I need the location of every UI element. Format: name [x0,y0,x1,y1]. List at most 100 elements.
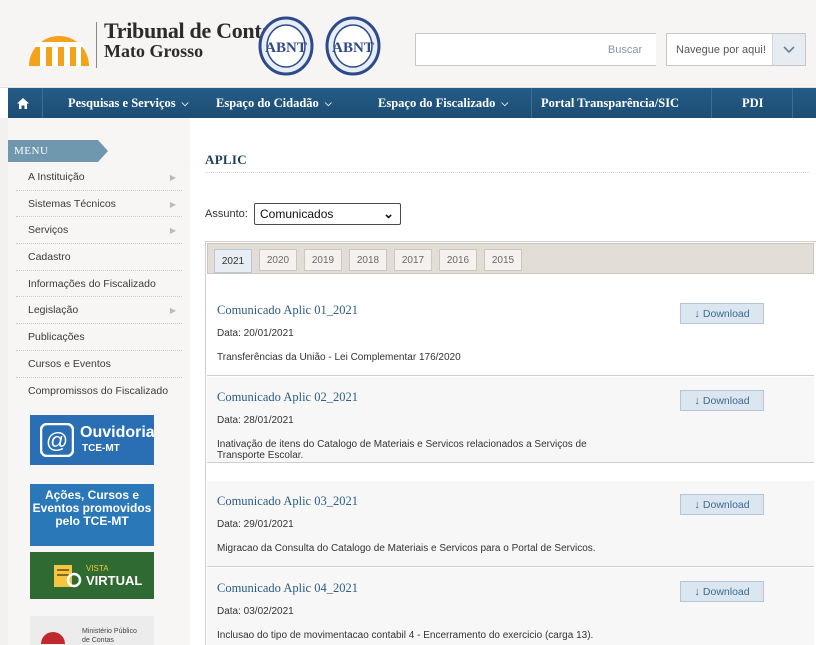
sidebar-item-cadastro[interactable]: Cadastro [16,244,182,271]
list-item: Comunicado Aplic 03_2021 Data: 29/01/202… [207,481,814,567]
sidebar-item-informacoes-fiscalizado[interactable]: Informações do Fiscalizado [16,271,182,298]
home-icon[interactable] [16,88,30,118]
nav-pdi[interactable]: PDI [742,88,764,118]
list-item: Comunicado Aplic 02_2021 Data: 28/01/202… [207,377,814,463]
assunto-value: Comunicados [260,207,334,221]
chevron-down-icon: ⌵ [324,97,332,108]
ouvidoria-title: Ouvidoria [80,424,155,441]
item-description: Transferências da União - Lei Complement… [217,352,461,363]
list-item: Comunicado Aplic 04_2021 Data: 03/02/202… [207,568,814,645]
download-button[interactable]: ↓ Download [680,390,764,411]
item-date: Data: 03/02/2021 [217,606,294,617]
chevron-down-icon[interactable] [772,34,805,65]
chevron-right-icon: ▶ [169,173,176,182]
nav-divider [42,88,43,118]
nav-pesquisas-servicos[interactable]: Pesquisas e Serviços ⌵ [68,88,188,118]
sidebar-item-servicos[interactable]: Serviços ▶ [16,217,182,245]
sidebar-item-instituicao[interactable]: A Instituição ▶ [16,164,182,191]
sidebar-item-publicacoes[interactable]: Publicações [16,324,182,351]
assunto-label: Assunto: [205,208,248,220]
chevron-down-icon: ⌄ [383,206,394,221]
sidebar-item-label: Compromissos do Fiscalizado [28,384,169,397]
page-title: APLIC [205,152,247,167]
mpc-line1: Ministério Público [82,628,137,635]
download-arrow-icon: ↓ [694,498,700,511]
nav-label: Espaço do Fiscalizado [378,95,496,110]
seal-text: ABNT [265,40,307,56]
mpc-label: Ministério Público de Contas [82,627,137,645]
nav-label: Espaço do Cidadão [216,95,319,110]
list-item: Comunicado Aplic 01_2021 Data: 20/01/202… [207,290,814,376]
mpc-line2: de Contas [82,637,114,644]
download-label: Download [702,585,750,598]
sidebar-item-label: Serviços [28,224,69,237]
abnt-seal-icon: ABNT [325,16,381,76]
sidebar-item-sistemas-tecnicos[interactable]: Sistemas Técnicos ▶ [16,191,182,218]
search-box: Buscar [415,33,656,66]
download-button[interactable]: ↓ Download [680,581,764,602]
item-description: Inclusao do tipo de movimentacao contabi… [217,630,594,641]
tab-2018[interactable]: 2018 [349,249,387,271]
assunto-select[interactable]: Comunicados ⌄ [254,203,401,225]
item-title[interactable]: Comunicado Aplic 03_2021 [217,494,358,509]
download-arrow-icon: ↓ [694,394,700,407]
tab-2017[interactable]: 2017 [394,249,432,271]
vista-label: VISTA [86,564,109,573]
item-date: Data: 28/01/2021 [217,415,294,426]
sidebar-item-label: A Instituição [28,170,85,183]
search-input[interactable] [416,34,594,65]
quick-nav-select[interactable]: Navegue por aqui! [666,33,806,66]
chevron-down-icon: ⌵ [181,97,189,108]
virtual-label: VIRTUAL [86,573,143,588]
chevron-right-icon: ▶ [169,306,176,316]
at-sign-icon: @ [40,423,74,457]
tab-2019[interactable]: 2019 [304,249,342,271]
nav-label: Pesquisas e Serviços [68,95,176,110]
tab-2016[interactable]: 2016 [439,249,477,271]
main-navbar: Pesquisas e Serviços ⌵ Espaço do Cidadão ⌵… [8,88,816,118]
download-arrow-icon: ↓ [694,307,700,320]
seal-text: ABNT [332,40,374,56]
ouvidoria-banner[interactable]: @ Ouvidoria TCE-MT [30,415,155,465]
sidebar-item-label: Legislação [28,304,79,317]
download-button[interactable]: ↓ Download [680,494,764,515]
nav-espaco-fiscalizado[interactable]: Espaço do Fiscalizado ⌵ [378,88,508,118]
sidebar-menu: A Instituição ▶ Sistemas Técnicos ▶ Serviç… [16,164,182,404]
tab-2020[interactable]: 2020 [259,249,297,271]
page-edge [0,118,8,645]
title-divider [205,172,810,173]
ministerio-publico-banner[interactable]: Ministério Público de Contas [30,616,154,645]
tab-2015[interactable]: 2015 [484,249,522,271]
item-title[interactable]: Comunicado Aplic 02_2021 [217,390,358,405]
download-label: Download [702,498,750,511]
sidebar-item-compromissos[interactable]: Compromissos do Fiscalizado [16,378,182,405]
item-description: Inativação de itens do Catalogo de Mater… [217,439,587,461]
nav-divider [531,88,532,118]
tab-2021[interactable]: 2021 [214,249,252,273]
site-header: Tribunal de Contas Mato Grosso ABNT ABNT… [0,0,816,88]
acoes-cursos-banner[interactable]: Ações, Cursos e Eventos promovidos pelo … [30,484,154,546]
item-title[interactable]: Comunicado Aplic 04_2021 [217,581,358,596]
nav-divider [711,88,712,118]
tce-logo-icon[interactable] [27,22,91,68]
menu-heading: MENU [8,140,108,162]
download-label: Download [702,394,750,407]
item-description: Migracao da Consulta do Catalogo de Mate… [217,543,596,554]
mpc-logo-icon [41,632,65,644]
org-state[interactable]: Mato Grosso [104,41,203,62]
nav-portal-transparencia[interactable]: Portal Transparência/SIC [541,88,679,118]
sidebar-item-legislacao[interactable]: Legislação ▶ [16,297,182,325]
vista-virtual-banner[interactable]: VISTA VIRTUAL [30,552,154,599]
sidebar-item-cursos-eventos[interactable]: Cursos e Eventos [16,351,182,378]
download-button[interactable]: ↓ Download [680,303,764,324]
item-title[interactable]: Comunicado Aplic 01_2021 [217,303,358,318]
chevron-right-icon: ▶ [169,226,176,236]
sidebar-item-label: Sistemas Técnicos [28,197,116,210]
chevron-down-icon: ⌵ [501,97,509,108]
sidebar-item-label: Cursos e Eventos [28,357,111,370]
chevron-right-icon: ▶ [169,199,176,209]
sidebar-item-label: Informações do Fiscalizado [28,277,156,290]
search-button[interactable]: Buscar [594,34,656,65]
nav-espaco-cidadao[interactable]: Espaço do Cidadão ⌵ [216,88,332,118]
nav-label: PDI [742,95,764,110]
